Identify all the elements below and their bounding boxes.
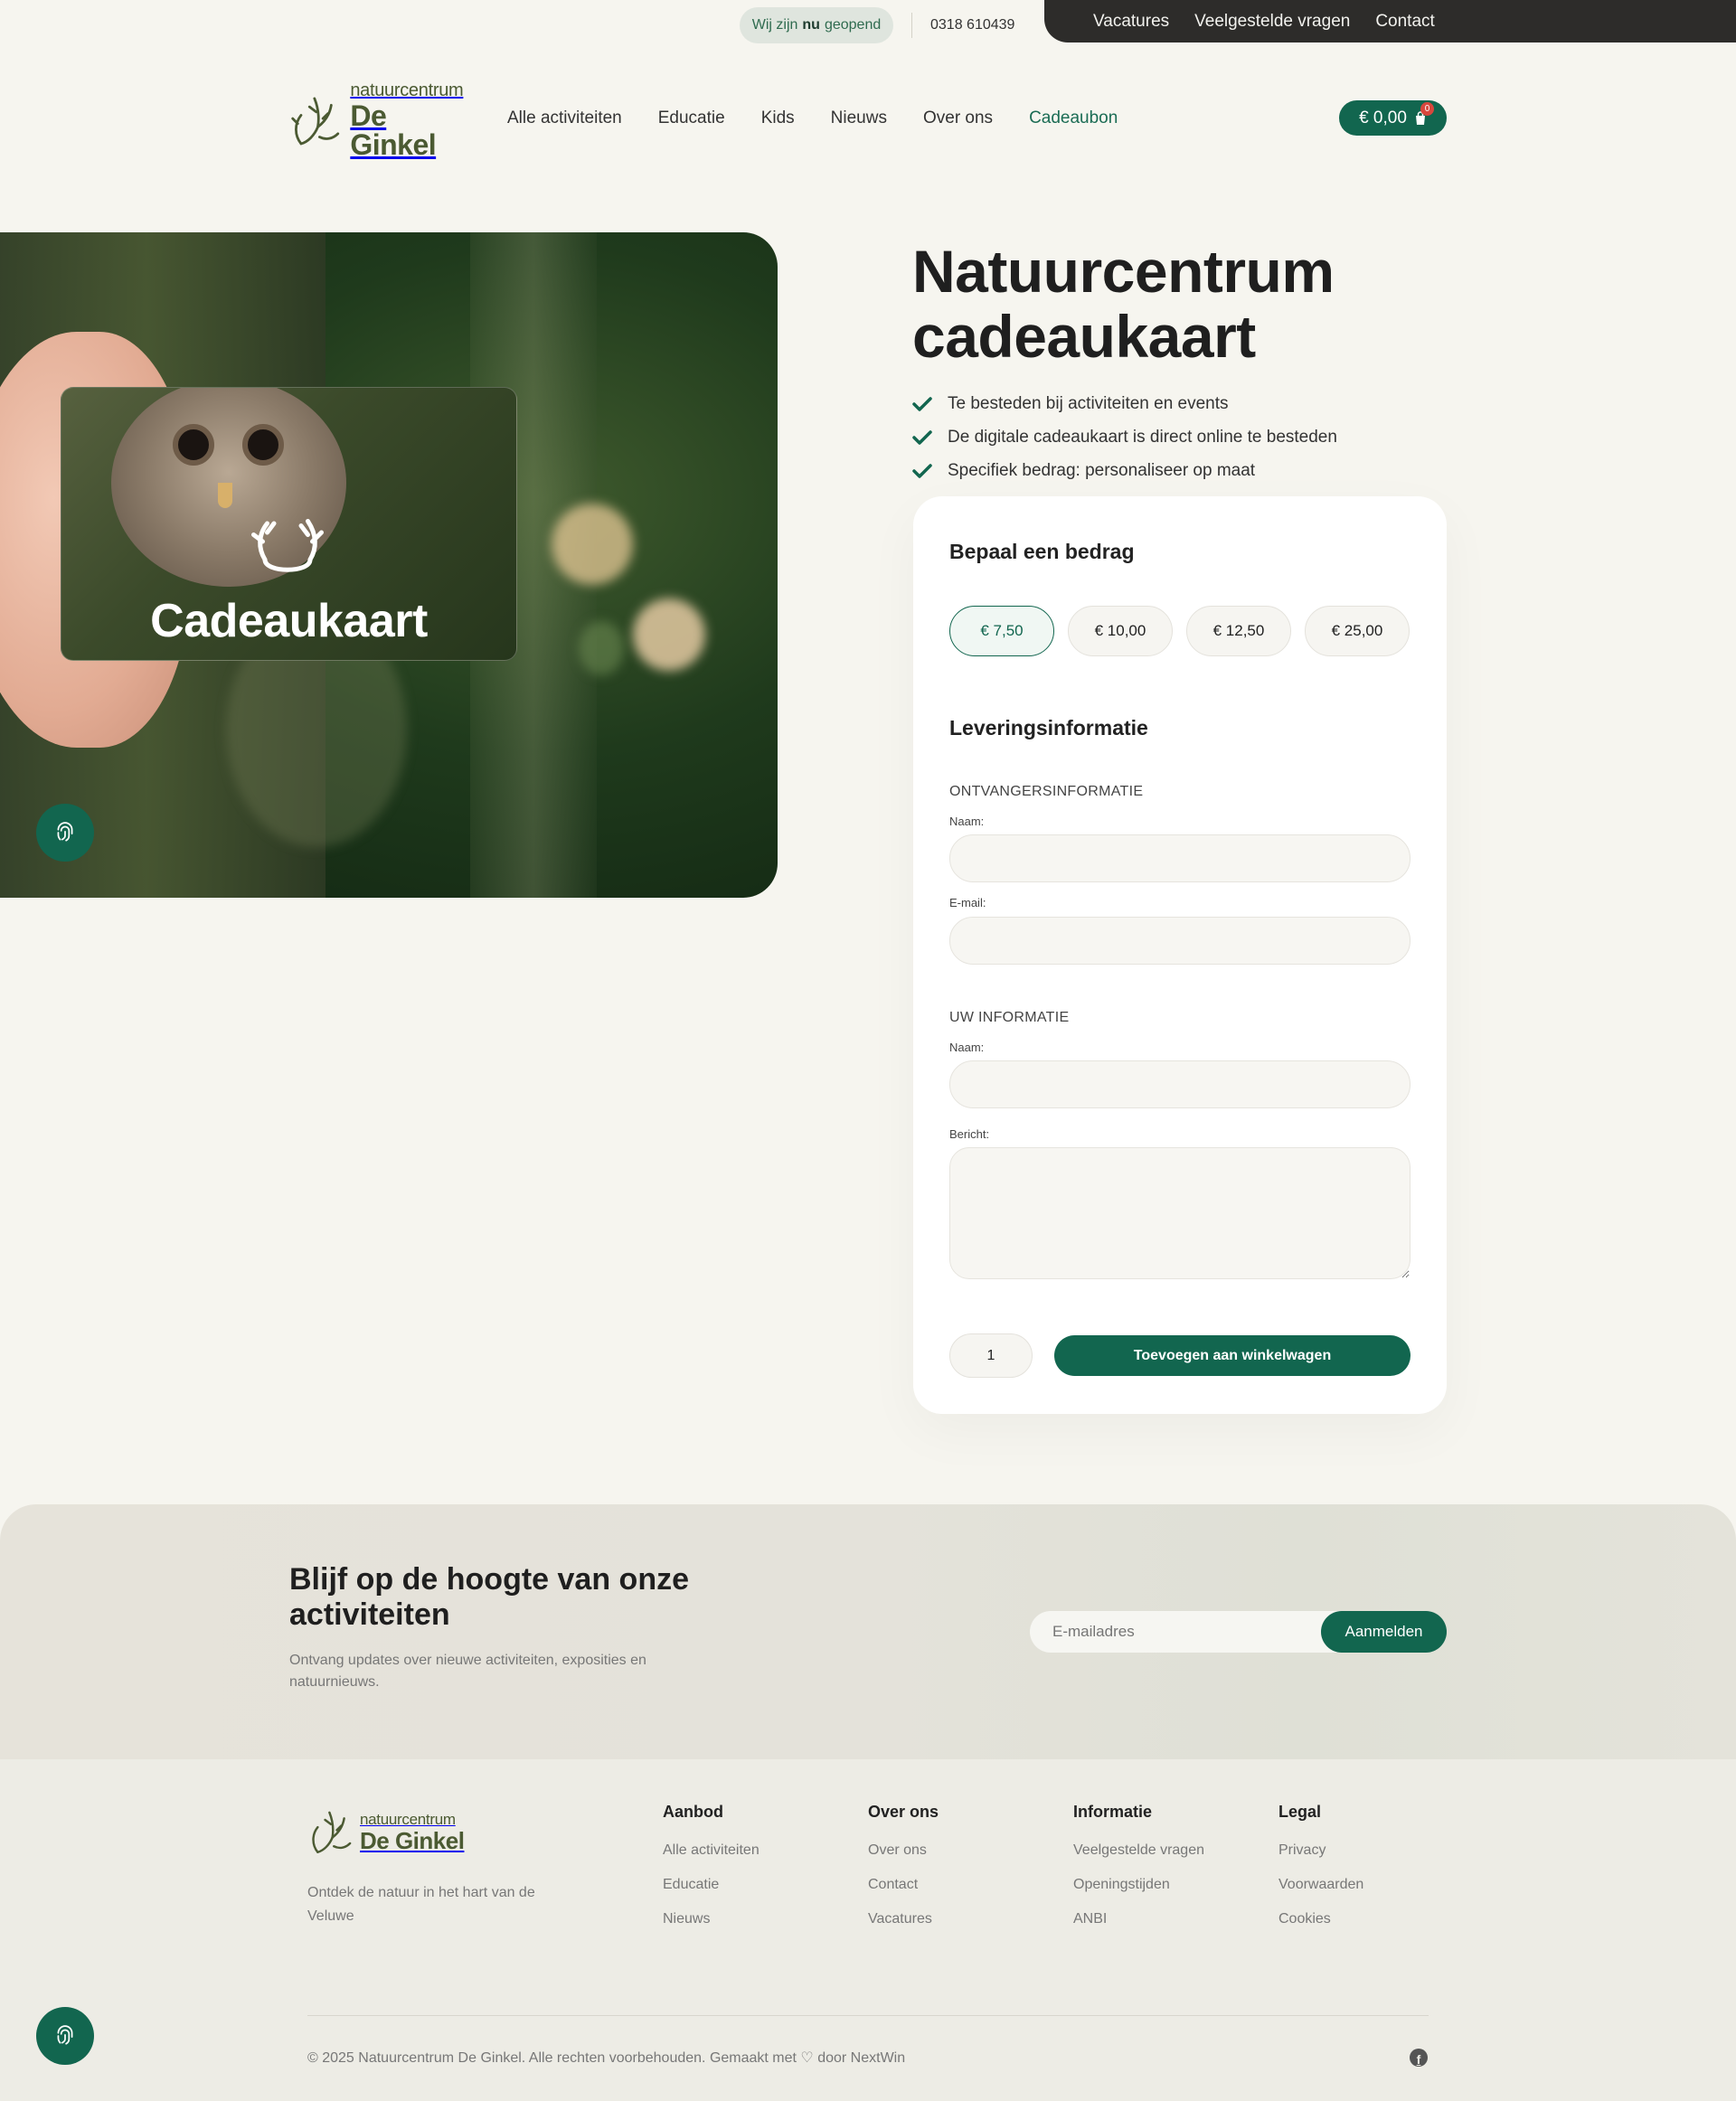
facebook-icon[interactable]: f (1410, 2049, 1428, 2067)
newsletter-subscribe-button[interactable]: Aanmelden (1321, 1611, 1447, 1653)
amount-option-7-50[interactable]: € 7,50 (949, 606, 1054, 656)
recipient-section-label: ONTVANGERSINFORMATIE (949, 784, 1144, 799)
open-status-badge: Wij zijn nu geopend (740, 7, 893, 43)
message-textarea[interactable] (949, 1147, 1410, 1279)
footer-logo-big: De Ginkel (360, 1826, 465, 1854)
footer-link[interactable]: Contact (868, 1875, 939, 1909)
message-label: Bericht: (949, 1127, 990, 1141)
benefit-text: Te besteden bij activiteiten en events (948, 393, 1229, 413)
nav-alle-activiteiten[interactable]: Alle activiteiten (507, 107, 622, 130)
fingerprint-icon (57, 2025, 73, 2045)
gift-card-title: Cadeaukaart (150, 595, 428, 647)
footer-column-aanbod: Aanbod Alle activiteiten Educatie Nieuws (663, 1803, 760, 1944)
logo-small-text: natuurcentrum (350, 80, 464, 100)
checkmark-icon (912, 396, 932, 411)
your-name-label: Naam: (949, 1041, 985, 1054)
delivery-heading: Leveringsinformatie (949, 716, 1148, 740)
nav-over-ons[interactable]: Over ons (923, 107, 993, 130)
site-logo[interactable]: natuurcentrum De Ginkel (289, 81, 470, 159)
logo-big-text: De Ginkel (350, 99, 437, 161)
footer-description: Ontdek de natuur in het hart van de Velu… (307, 1885, 535, 1924)
your-info-section-label: UW INFORMATIE (949, 1010, 1070, 1025)
footer-logo[interactable]: natuurcentrum De Ginkel (307, 1808, 465, 1855)
amount-option-12-50[interactable]: € 12,50 (1186, 606, 1291, 656)
checkmark-icon (912, 463, 932, 478)
topbar-divider (911, 13, 912, 38)
fingerprint-icon (57, 822, 73, 842)
cart-total: € 0,00 (1359, 108, 1407, 127)
footer-link[interactable]: Openingstijden (1073, 1875, 1204, 1909)
utility-nav: Vacatures Veelgestelde vragen Contact (1044, 0, 1736, 42)
antler-logo-icon (291, 97, 340, 146)
open-status-suffix: geopend (824, 17, 882, 33)
amount-option-25-00[interactable]: € 25,00 (1305, 606, 1410, 656)
copyright-text: © 2025 Natuurcentrum De Ginkel. Alle rec… (307, 2050, 906, 2066)
checkmark-icon (912, 429, 932, 445)
utility-link-contact[interactable]: Contact (1375, 12, 1434, 32)
benefits-list: Te besteden bij activiteiten en events D… (912, 387, 1337, 487)
benefit-item: Te besteden bij activiteiten en events (912, 387, 1337, 420)
footer-column-title: Over ons (868, 1803, 939, 1821)
open-status-prefix: Wij zijn (751, 17, 798, 33)
benefit-item: Specifiek bedrag: personaliseer op maat (912, 454, 1337, 487)
benefit-text: Specifiek bedrag: personaliseer op maat (948, 460, 1256, 480)
footer-divider (307, 2015, 1429, 2016)
newsletter-title: Blijf op de hoogte van onze activiteiten (289, 1562, 689, 1632)
footer-column-title: Legal (1278, 1803, 1322, 1821)
footer-logo-small: natuurcentrum (360, 1810, 456, 1828)
accessibility-button[interactable] (36, 804, 94, 862)
footer-column-legal: Legal Privacy Voorwaarden Cookies (1278, 1803, 1363, 1944)
footer-link[interactable]: Vacatures (868, 1909, 939, 1944)
amount-option-10-00[interactable]: € 10,00 (1068, 606, 1173, 656)
footer-column-informatie: Informatie Veelgestelde vragen Openingst… (1073, 1803, 1204, 1944)
footer-link[interactable]: Educatie (663, 1875, 760, 1909)
recipient-name-label: Naam: (949, 815, 985, 828)
recipient-email-input[interactable] (949, 917, 1410, 965)
footer-link[interactable]: Cookies (1278, 1909, 1363, 1944)
benefit-text: De digitale cadeaukaart is direct online… (948, 427, 1337, 447)
footer-link[interactable]: Privacy (1278, 1841, 1363, 1875)
page-title: Natuurcentrum cadeaukaart (912, 238, 1335, 370)
footer-link[interactable]: Voorwaarden (1278, 1875, 1363, 1909)
newsletter-subtitle: Ontvang updates over nieuwe activiteiten… (289, 1653, 646, 1690)
benefit-item: De digitale cadeaukaart is direct online… (912, 420, 1337, 454)
cart-count-badge: 0 (1420, 102, 1434, 116)
nav-kids[interactable]: Kids (761, 107, 795, 130)
antler-logo-icon (312, 1811, 352, 1853)
utility-link-faq[interactable]: Veelgestelde vragen (1194, 12, 1350, 32)
open-status-bold: nu (802, 17, 820, 33)
nav-educatie[interactable]: Educatie (658, 107, 725, 130)
nav-cadeaubon[interactable]: Cadeaubon (1029, 107, 1118, 130)
footer-link[interactable]: Nieuws (663, 1909, 760, 1944)
newsletter-section (0, 1504, 1736, 1759)
gift-card-illustration: Cadeaukaart (61, 387, 517, 661)
footer-link[interactable]: Over ons (868, 1841, 939, 1875)
main-nav: Alle activiteiten Educatie Kids Nieuws O… (507, 107, 1118, 130)
recipient-name-input[interactable] (949, 834, 1410, 882)
phone-number[interactable]: 0318 610439 (930, 14, 1014, 36)
accessibility-button-bottom[interactable] (36, 2007, 94, 2065)
footer-column-over-ons: Over ons Over ons Contact Vacatures (868, 1803, 939, 1944)
antler-icon (251, 519, 324, 572)
gift-card-hero-image: Cadeaukaart (0, 232, 778, 898)
footer-link[interactable]: Alle activiteiten (663, 1841, 760, 1875)
footer-link[interactable]: ANBI (1073, 1909, 1204, 1944)
your-name-input[interactable] (949, 1060, 1410, 1108)
footer-column-title: Informatie (1073, 1803, 1153, 1821)
footer-column-title: Aanbod (663, 1803, 723, 1821)
recipient-email-label: E-mail: (949, 896, 986, 909)
amount-heading: Bepaal een bedrag (949, 540, 1135, 563)
footer-link[interactable]: Veelgestelde vragen (1073, 1841, 1204, 1875)
nav-nieuws[interactable]: Nieuws (831, 107, 887, 130)
utility-link-vacatures[interactable]: Vacatures (1093, 12, 1169, 32)
add-to-cart-button[interactable]: Toevoegen aan winkelwagen (1054, 1335, 1410, 1376)
amount-options: € 7,50 € 10,00 € 12,50 € 25,00 (949, 606, 1410, 656)
quantity-input[interactable]: 1 (949, 1333, 1033, 1378)
